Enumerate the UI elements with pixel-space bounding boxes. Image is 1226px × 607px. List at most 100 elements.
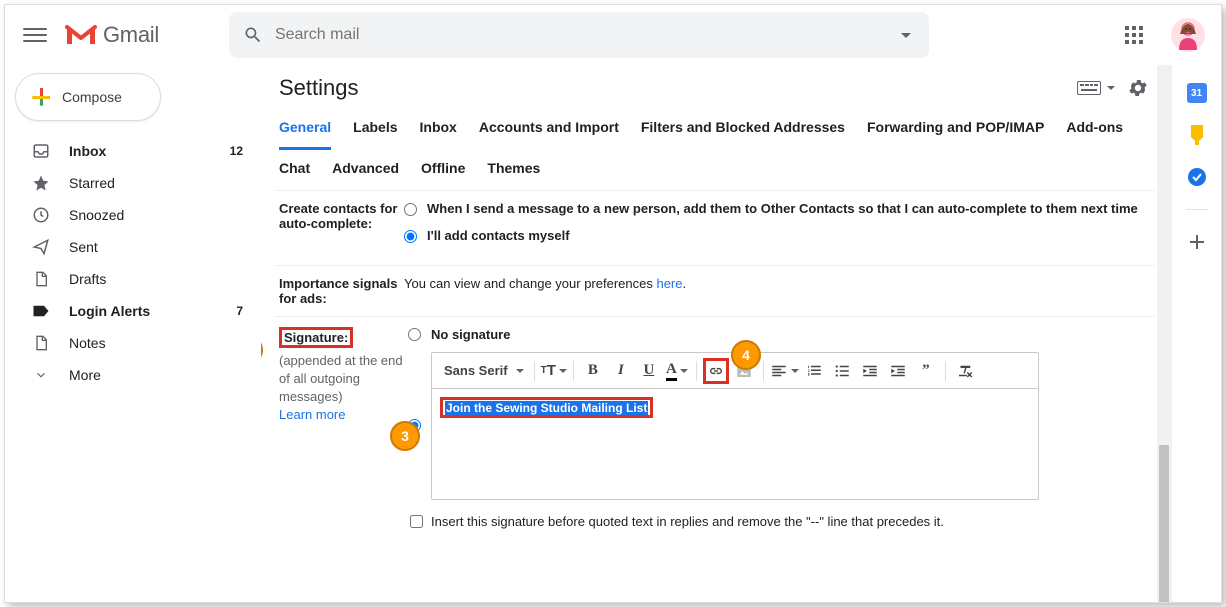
- sidebar-item-login-alerts[interactable]: Login Alerts 7: [5, 295, 261, 327]
- tab-themes[interactable]: Themes: [487, 160, 540, 176]
- importance-link[interactable]: here: [656, 276, 682, 291]
- font-size-button[interactable]: TT: [541, 358, 567, 384]
- settings-header: Settings: [261, 65, 1171, 109]
- file-icon: [31, 270, 51, 288]
- sidebar-item-starred[interactable]: Starred: [5, 167, 261, 199]
- search-bar[interactable]: [229, 12, 929, 58]
- sidebar-label: More: [69, 367, 245, 383]
- settings-tabs-row1: General Labels Inbox Accounts and Import…: [261, 109, 1171, 150]
- search-icon: [243, 25, 263, 45]
- scrollbar-thumb[interactable]: [1159, 445, 1169, 602]
- font-select[interactable]: Sans Serif: [438, 363, 528, 378]
- bulleted-list-button[interactable]: [829, 358, 855, 384]
- tab-chat[interactable]: Chat: [279, 160, 310, 176]
- tab-accounts[interactable]: Accounts and Import: [479, 109, 619, 150]
- plus-icon: [32, 88, 50, 106]
- signature-label: Signature:: [279, 327, 353, 348]
- account-avatar[interactable]: [1171, 18, 1205, 52]
- insert-before-checkbox[interactable]: [410, 515, 423, 528]
- sidebar-count: 7: [236, 304, 243, 318]
- tab-addons[interactable]: Add-ons: [1066, 109, 1123, 150]
- tab-inbox[interactable]: Inbox: [420, 109, 457, 150]
- section-importance: Importance signals for ads: You can view…: [261, 266, 1171, 316]
- search-options-caret-icon[interactable]: [901, 33, 911, 38]
- settings-title: Settings: [279, 75, 359, 101]
- tab-filters[interactable]: Filters and Blocked Addresses: [641, 109, 845, 150]
- indent-more-button[interactable]: [885, 358, 911, 384]
- signature-learn-more[interactable]: Learn more: [279, 407, 404, 422]
- sidebar-label: Snoozed: [69, 207, 245, 223]
- topbar: Gmail: [5, 5, 1221, 65]
- sidebar-label: Login Alerts: [69, 303, 236, 319]
- signature-textarea[interactable]: Join the Sewing Studio Mailing List: [432, 389, 1038, 499]
- scrollbar[interactable]: [1157, 65, 1171, 602]
- star-icon: [31, 174, 51, 192]
- sidebar-item-inbox[interactable]: Inbox 12: [5, 135, 261, 167]
- bold-button[interactable]: B: [580, 358, 606, 384]
- importance-label: Importance signals for ads:: [279, 276, 404, 306]
- input-tools-caret-icon[interactable]: [1107, 86, 1115, 90]
- contacts-opt1-radio[interactable]: [404, 203, 417, 216]
- sidebar-item-snoozed[interactable]: Snoozed: [5, 199, 261, 231]
- sidebar-item-drafts[interactable]: Drafts: [5, 263, 261, 295]
- chevron-down-icon: [31, 368, 51, 382]
- signature-text-highlighted: Join the Sewing Studio Mailing List: [440, 397, 653, 418]
- section-contacts: Create contacts for auto-complete: When …: [261, 191, 1171, 265]
- text-color-button[interactable]: A: [664, 358, 690, 384]
- calendar-icon[interactable]: 31: [1187, 83, 1207, 103]
- gmail-envelope-icon: [65, 23, 97, 47]
- quote-button[interactable]: ”: [913, 358, 939, 384]
- gmail-logo[interactable]: Gmail: [65, 22, 159, 48]
- input-tools-icon[interactable]: [1077, 81, 1101, 95]
- tag-icon: [31, 303, 51, 319]
- contacts-opt1-text: When I send a message to a new person, a…: [427, 201, 1138, 216]
- underline-button[interactable]: U: [636, 358, 662, 384]
- tab-labels[interactable]: Labels: [353, 109, 397, 150]
- no-signature-radio[interactable]: [408, 328, 421, 341]
- compose-label: Compose: [62, 89, 122, 105]
- contacts-opt2-radio[interactable]: [404, 230, 417, 243]
- tab-offline[interactable]: Offline: [421, 160, 465, 176]
- inbox-icon: [31, 142, 51, 160]
- right-rail: 31: [1171, 65, 1221, 602]
- sidebar-item-sent[interactable]: Sent: [5, 231, 261, 263]
- tab-forwarding[interactable]: Forwarding and POP/IMAP: [867, 109, 1044, 150]
- align-button[interactable]: [770, 358, 799, 384]
- no-signature-label: No signature: [431, 327, 510, 342]
- annotation-badge-3: 3: [390, 421, 420, 451]
- main-menu-icon[interactable]: [23, 23, 47, 47]
- keep-icon[interactable]: [1187, 125, 1207, 145]
- sent-icon: [31, 238, 51, 256]
- italic-button[interactable]: I: [608, 358, 634, 384]
- annotation-badge-4: 4: [731, 340, 761, 370]
- settings-tabs-row2: Chat Advanced Offline Themes: [261, 150, 1171, 190]
- sidebar-item-notes[interactable]: Notes: [5, 327, 261, 359]
- compose-button[interactable]: Compose: [15, 73, 161, 121]
- google-apps-icon[interactable]: [1125, 26, 1143, 44]
- left-sidebar: Compose Inbox 12 Starred Snoozed Sent: [5, 65, 261, 602]
- sidebar-label: Starred: [69, 175, 245, 191]
- gmail-wordmark: Gmail: [103, 22, 159, 48]
- tab-advanced[interactable]: Advanced: [332, 160, 399, 176]
- main-content: Settings General Labels Inbox Accounts a…: [261, 65, 1171, 602]
- indent-less-button[interactable]: [857, 358, 883, 384]
- gear-icon[interactable]: [1127, 77, 1149, 99]
- insert-link-button[interactable]: [703, 358, 729, 384]
- sidebar-count: 12: [230, 144, 243, 158]
- search-input[interactable]: [275, 26, 889, 44]
- sidebar-label: Sent: [69, 239, 245, 255]
- contacts-opt2-text: I'll add contacts myself: [427, 228, 570, 243]
- sidebar-label: Drafts: [69, 271, 245, 287]
- sidebar-label: Inbox: [69, 143, 230, 159]
- remove-formatting-button[interactable]: [952, 358, 978, 384]
- get-addons-icon[interactable]: [1187, 232, 1207, 252]
- tab-general[interactable]: General: [279, 109, 331, 150]
- numbered-list-button[interactable]: [801, 358, 827, 384]
- tasks-icon[interactable]: [1187, 167, 1207, 187]
- app-shell: Gmail Compose Inbox 12: [4, 4, 1222, 603]
- importance-text1: You can view and change your preferences: [404, 276, 656, 291]
- signature-editor: Sans Serif TT B I U A: [431, 352, 1039, 500]
- rail-divider: [1186, 209, 1208, 210]
- sidebar-item-more[interactable]: More: [5, 359, 261, 391]
- clock-icon: [31, 206, 51, 224]
